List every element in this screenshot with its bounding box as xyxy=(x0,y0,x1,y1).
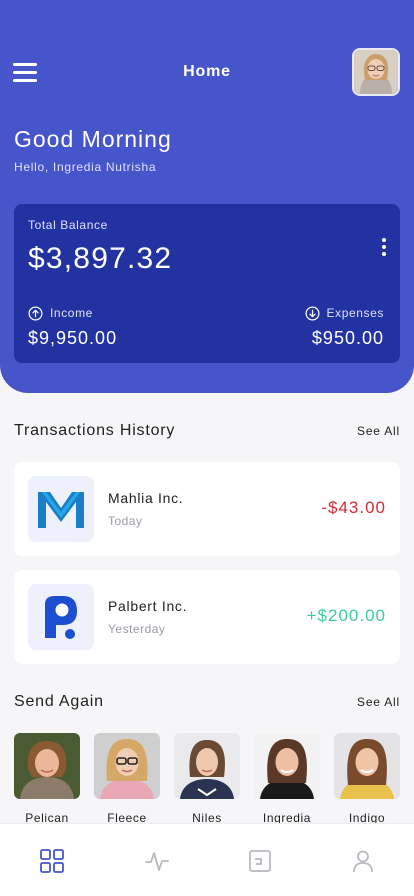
send-again-title: Send Again xyxy=(14,693,104,710)
arrow-down-circle-icon xyxy=(305,306,319,320)
profile-avatar[interactable] xyxy=(352,48,400,96)
contact-item[interactable]: Indigo xyxy=(334,733,400,825)
income-value: $9,950.00 xyxy=(28,328,118,348)
greeting-subtitle: Hello, Ingredia Nutrisha xyxy=(14,160,157,174)
expenses-stat: Expenses $950.00 xyxy=(305,304,385,349)
balance-label: Total Balance xyxy=(28,218,108,232)
expenses-value: $950.00 xyxy=(311,328,384,348)
transaction-amount: +$200.00 xyxy=(306,606,386,625)
arrow-up-circle-icon xyxy=(28,306,43,320)
contacts-list: Pelican Fleece Niles Ingredia Indigo xyxy=(14,733,414,828)
mahlia-logo xyxy=(28,476,94,542)
grid-icon[interactable] xyxy=(39,848,65,874)
contact-item[interactable]: Fleece xyxy=(94,733,160,825)
send-again-see-all-link[interactable]: See All xyxy=(357,695,400,709)
card-icon[interactable] xyxy=(247,848,273,874)
contact-avatar xyxy=(254,733,320,799)
income-stat: Income $9,950.00 xyxy=(28,304,117,349)
transactions-see-all-link[interactable]: See All xyxy=(357,424,400,438)
send-again-header: Send Again See All xyxy=(14,693,400,711)
palbert-logo xyxy=(28,584,94,650)
transactions-header: Transactions History See All xyxy=(14,422,400,440)
header-panel: Home Good Morning Hello, Ingredia Nutris… xyxy=(0,0,414,393)
activity-icon[interactable] xyxy=(144,848,170,874)
transaction-date: Yesterday xyxy=(108,622,166,636)
bottom-nav xyxy=(0,823,414,896)
contact-item[interactable]: Niles xyxy=(174,733,240,825)
greeting-title: Good Morning xyxy=(14,126,172,152)
contact-item[interactable]: Pelican xyxy=(14,733,80,825)
transaction-row[interactable]: Palbert Inc. Yesterday +$200.00 xyxy=(14,570,400,664)
contact-avatar xyxy=(14,733,80,799)
contact-avatar xyxy=(94,733,160,799)
expenses-label: Expenses xyxy=(326,306,384,320)
balance-amount: $3,897.32 xyxy=(28,242,173,275)
transaction-row[interactable]: Mahlia Inc. Today -$43.00 xyxy=(14,462,400,556)
transaction-name: Palbert Inc. xyxy=(108,598,188,614)
contact-avatar xyxy=(334,733,400,799)
more-options-icon[interactable] xyxy=(376,234,392,258)
user-icon[interactable] xyxy=(350,848,376,874)
contact-avatar xyxy=(174,733,240,799)
contact-item[interactable]: Ingredia xyxy=(254,733,320,825)
transaction-amount: -$43.00 xyxy=(321,498,386,517)
income-label: Income xyxy=(50,306,93,320)
transaction-name: Mahlia Inc. xyxy=(108,490,184,506)
transaction-date: Today xyxy=(108,514,143,528)
balance-card: Total Balance $3,897.32 Income $9,950.00… xyxy=(14,204,400,363)
transactions-title: Transactions History xyxy=(14,422,176,439)
